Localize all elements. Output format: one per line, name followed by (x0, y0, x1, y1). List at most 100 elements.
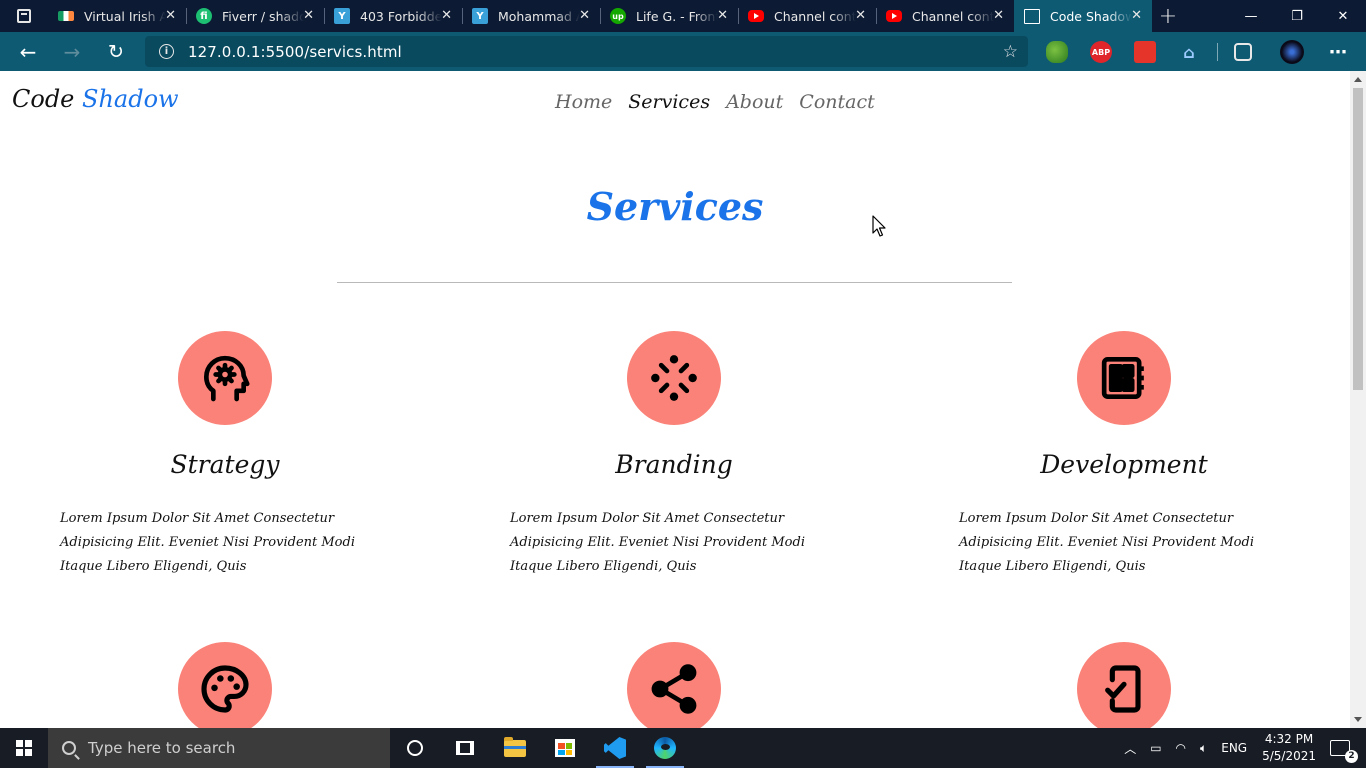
search-icon (62, 741, 76, 755)
tab-title: Fiverr / shado (222, 8, 304, 24)
task-view-button[interactable] (440, 728, 490, 768)
browser-toolbar: ← → ↻ i 127.0.0.1:5500/servics.html ☆ (0, 32, 1366, 71)
tab-title: Code Shadow (1050, 8, 1132, 24)
back-button[interactable]: ← (6, 32, 50, 71)
add-favorite-icon[interactable]: ☆ (1003, 42, 1018, 62)
close-window-button[interactable]: ✕ (1320, 0, 1366, 32)
service-text-branding: Lorem Ipsum Dolor Sit Amet Consectetur A… (510, 511, 805, 574)
file-explorer-button[interactable] (490, 728, 540, 768)
edge-button[interactable] (640, 728, 690, 768)
info-icon[interactable]: i (159, 44, 174, 59)
marketing-icon-circle (627, 642, 721, 728)
chip-layout-icon (1101, 357, 1144, 399)
page-scrollbar[interactable] (1350, 71, 1366, 728)
windows-taskbar: Type here to search ︿ ▭ ◠ 🔈︎ ENG 4:32 PM… (0, 728, 1366, 768)
tab-title: 403 Forbidden (360, 8, 442, 24)
nav-services[interactable]: Services (628, 91, 710, 113)
youtube-icon (748, 10, 764, 22)
home-extension-icon[interactable]: ⌂ (1178, 41, 1200, 63)
language-indicator[interactable]: ENG (1221, 741, 1247, 755)
tab-actions-icon (17, 9, 31, 23)
window-controls: — ❐ ✕ (1228, 0, 1366, 32)
browser-tab-bar: Virtual Irish Ar ✕ fi Fiverr / shado ✕ Y… (0, 0, 1366, 32)
collections-icon[interactable] (1234, 43, 1252, 61)
mobile-check-icon (1105, 665, 1141, 713)
browser-tab[interactable]: Y 403 Forbidden ✕ (324, 0, 462, 32)
chevron-up-icon[interactable]: ︿ (1124, 740, 1136, 757)
service-text-strategy: Lorem Ipsum Dolor Sit Amet Consectetur A… (60, 511, 355, 574)
services-heading: Services (586, 184, 764, 229)
tab-title: Channel conte (774, 8, 856, 24)
nav-home[interactable]: Home (555, 91, 612, 113)
taskbar-search[interactable]: Type here to search (48, 728, 390, 768)
close-icon[interactable]: ✕ (579, 9, 590, 23)
fiverr-icon: fi (196, 8, 212, 24)
heading-divider (337, 282, 1012, 283)
nav-about[interactable]: About (726, 91, 783, 113)
branding-burst-icon (651, 355, 697, 401)
tab-title: Virtual Irish Ar (84, 8, 166, 24)
url-text[interactable]: 127.0.0.1:5500/servics.html (188, 43, 402, 61)
close-icon[interactable]: ✕ (303, 9, 314, 23)
clock[interactable]: 4:32 PM 5/5/2021 (1262, 731, 1316, 765)
notification-icon[interactable]: 2 (1330, 740, 1358, 763)
extension-icon[interactable] (1134, 41, 1156, 63)
extension-icon[interactable] (1046, 41, 1068, 63)
scroll-thumb[interactable] (1353, 88, 1363, 390)
address-bar[interactable]: i 127.0.0.1:5500/servics.html ☆ (145, 36, 1028, 67)
tab-title: Life G. - Front (636, 8, 718, 24)
browser-tab[interactable]: Y Mohammad A ✕ (462, 0, 600, 32)
close-icon[interactable]: ✕ (165, 9, 176, 23)
development-icon-circle (1077, 331, 1171, 425)
browser-tab[interactable]: fi Fiverr / shado ✕ (186, 0, 324, 32)
new-tab-button[interactable]: + (1152, 0, 1184, 32)
adblock-icon[interactable]: ABP (1090, 41, 1112, 63)
browser-tab[interactable]: Channel conte ✕ (738, 0, 876, 32)
strategy-icon-circle (178, 331, 272, 425)
tab-actions-button[interactable] (0, 0, 48, 32)
service-title-development: Development (1040, 450, 1208, 479)
close-icon[interactable]: ✕ (1131, 9, 1142, 23)
close-icon[interactable]: ✕ (441, 9, 452, 23)
browser-tab[interactable]: Virtual Irish Ar ✕ (48, 0, 186, 32)
youtube-icon (886, 10, 902, 22)
system-tray: ︿ ▭ ◠ 🔈︎ ENG 4:32 PM 5/5/2021 2 (1117, 728, 1366, 768)
service-title-branding: Branding (615, 450, 733, 479)
site-logo[interactable]: Code Shadow (12, 85, 179, 113)
tab-title: Channel conte (912, 8, 994, 24)
wifi-icon[interactable]: ◠ (1176, 741, 1186, 755)
folder-icon (504, 736, 526, 757)
yoast-icon: Y (472, 8, 488, 24)
page-viewport: Code Shadow Home Services About Contact … (0, 71, 1350, 728)
battery-icon[interactable]: ▭ (1150, 741, 1161, 755)
close-icon[interactable]: ✕ (855, 9, 866, 23)
vscode-button[interactable] (590, 728, 640, 768)
profile-avatar[interactable] (1280, 40, 1304, 64)
close-icon[interactable]: ✕ (993, 9, 1004, 23)
volume-icon[interactable]: 🔈︎ (1200, 741, 1207, 756)
scroll-down-arrow[interactable] (1354, 717, 1362, 722)
browser-tab[interactable]: up Life G. - Front ✕ (600, 0, 738, 32)
browser-tab[interactable]: Channel conte ✕ (876, 0, 1014, 32)
forward-button[interactable]: → (50, 32, 94, 71)
notification-count: 2 (1345, 750, 1358, 763)
search-placeholder: Type here to search (88, 739, 236, 757)
minimize-button[interactable]: — (1228, 0, 1274, 32)
nav-contact[interactable]: Contact (799, 91, 874, 113)
main-nav: Home Services About Contact (555, 91, 875, 113)
cortana-button[interactable] (390, 728, 440, 768)
service-title-strategy: Strategy (170, 450, 280, 479)
tab-title: Mohammad A (498, 8, 580, 24)
close-icon[interactable]: ✕ (717, 9, 728, 23)
restore-button[interactable]: ❐ (1274, 0, 1320, 32)
store-button[interactable] (540, 728, 590, 768)
task-view-icon (456, 741, 474, 755)
refresh-button[interactable]: ↻ (94, 32, 138, 71)
edge-icon (654, 737, 676, 759)
more-menu-icon[interactable]: ⋯ (1327, 41, 1349, 63)
start-button[interactable] (0, 728, 48, 768)
store-icon (555, 739, 575, 757)
browser-tab-active[interactable]: Code Shadow ✕ (1014, 0, 1152, 32)
scroll-up-arrow[interactable] (1354, 77, 1362, 82)
cortana-icon (407, 740, 423, 756)
